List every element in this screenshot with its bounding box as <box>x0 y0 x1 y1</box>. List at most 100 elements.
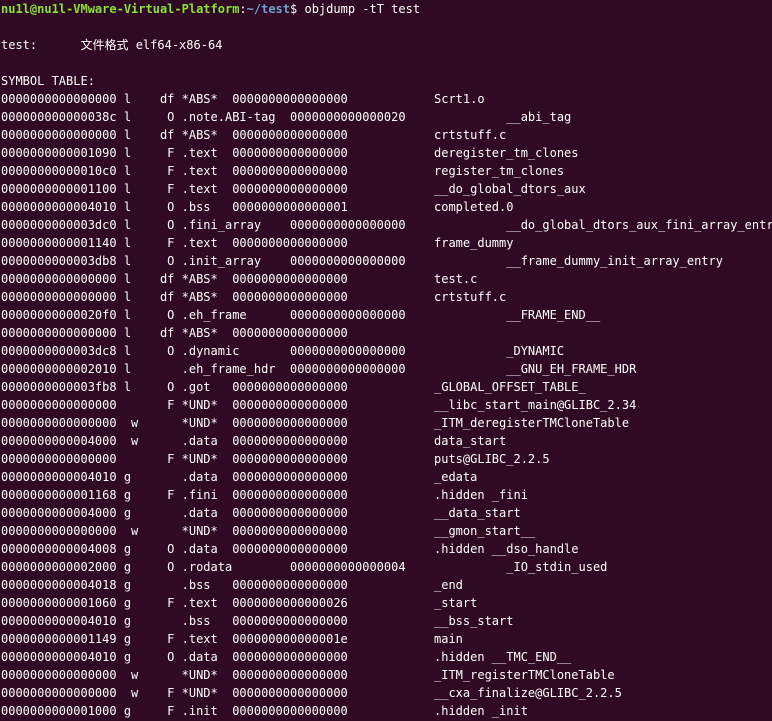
symbol-row-fields: 0000000000000000 F *UND* 000000000000000… <box>1 398 348 412</box>
symbol-row-fields: 0000000000001090 l F .text 0000000000000… <box>1 146 348 160</box>
symbol-row: 0000000000001090 l F .text 0000000000000… <box>1 144 772 162</box>
symbol-name: .hidden _init <box>434 704 528 718</box>
symbol-name: crtstuff.c <box>434 128 507 142</box>
symbol-name: _GLOBAL_OFFSET_TABLE_ <box>434 380 586 394</box>
symbol-row-fields: 0000000000001000 g F .init 0000000000000… <box>1 704 348 718</box>
symbol-row-fields: 0000000000004000 g .data 000000000000000… <box>1 506 348 520</box>
symbol-row-fields: 0000000000000000 l df *ABS* 000000000000… <box>1 92 348 106</box>
symbol-row: 0000000000000000 F *UND* 000000000000000… <box>1 396 772 414</box>
symbol-name: deregister_tm_clones <box>434 146 579 160</box>
symbol-row-fields: 0000000000004010 g O .data 0000000000000… <box>1 650 348 664</box>
symbol-name: completed.0 <box>434 200 514 214</box>
symbol-row: 0000000000001100 l F .text 0000000000000… <box>1 180 772 198</box>
symbol-row: 0000000000000000 w *UND* 000000000000000… <box>1 666 772 684</box>
symbol-name: data_start <box>434 434 507 448</box>
symbol-row: 0000000000003fb8 l O .got 00000000000000… <box>1 378 772 396</box>
symbol-name: __GNU_EH_FRAME_HDR <box>434 362 637 376</box>
symbol-row: 0000000000003dc8 l O .dynamic 0000000000… <box>1 342 772 360</box>
symbol-name: __FRAME_END__ <box>434 308 601 322</box>
symbol-row: 0000000000001140 l F .text 0000000000000… <box>1 234 772 252</box>
symbol-name: __cxa_finalize@GLIBC_2.2.5 <box>434 686 622 700</box>
symbol-name: frame_dummy <box>434 236 514 250</box>
symbol-row-fields: 0000000000001100 l F .text 0000000000000… <box>1 182 348 196</box>
symbol-row: 0000000000000000 w *UND* 000000000000000… <box>1 414 772 432</box>
symbol-name: __data_start <box>434 506 521 520</box>
symbol-row-fields: 0000000000003fb8 l O .got 00000000000000… <box>1 380 348 394</box>
symbol-name: test.c <box>434 272 478 286</box>
symbol-row: 0000000000003db8 l O .init_array 0000000… <box>1 252 772 270</box>
symbol-name: _edata <box>434 470 478 484</box>
symbol-name: .hidden _fini <box>434 488 528 502</box>
symbol-row: 0000000000004000 w .data 000000000000000… <box>1 432 772 450</box>
symbol-row: 0000000000001060 g F .text 0000000000000… <box>1 594 772 612</box>
prompt-user-host: nu1l@nu1l-VMware-Virtual-Platform <box>1 2 240 16</box>
symbol-row: 0000000000001149 g F .text 0000000000000… <box>1 630 772 648</box>
symbol-row: 0000000000000000 l df *ABS* 000000000000… <box>1 288 772 306</box>
symbol-row-fields: 0000000000000000 l df *ABS* 000000000000… <box>1 272 348 286</box>
symbol-row-fields: 0000000000000000 w F *UND* 0000000000000… <box>1 686 348 700</box>
symbol-row: 0000000000004010 g .data 000000000000000… <box>1 468 772 486</box>
symbol-row-fields: 0000000000002000 g O .rodata 00000000000… <box>1 560 406 574</box>
symbol-name: main <box>434 632 463 646</box>
symbol-row-fields: 0000000000002010 l .eh_frame_hdr 0000000… <box>1 362 406 376</box>
symbol-name: __libc_start_main@GLIBC_2.34 <box>434 398 637 412</box>
command-text: objdump -tT test <box>297 2 421 16</box>
symbol-row-fields: 0000000000004010 g .data 000000000000000… <box>1 470 348 484</box>
symbol-row: 0000000000004008 g O .data 0000000000000… <box>1 540 772 558</box>
symbol-name: __gmon_start__ <box>434 524 536 538</box>
symbol-row-fields: 0000000000001168 g F .fini 0000000000000… <box>1 488 348 502</box>
symbol-name: crtstuff.c <box>434 290 507 304</box>
symbol-row-fields: 0000000000000000 F *UND* 000000000000000… <box>1 452 348 466</box>
file-format-line: test: 文件格式 elf64-x86-64 <box>1 38 223 52</box>
symbol-name: _ITM_registerTMCloneTable <box>434 668 615 682</box>
symbol-row-fields: 0000000000000000 l df *ABS* 000000000000… <box>1 128 348 142</box>
symbol-row: 000000000000038c l O .note.ABI-tag 00000… <box>1 108 772 126</box>
symbol-name: _start <box>434 596 478 610</box>
prompt-path: ~/test <box>246 2 291 16</box>
symbol-row: 0000000000000000 l df *ABS* 000000000000… <box>1 126 772 144</box>
symbol-row-fields: 0000000000004018 g .bss 0000000000000000 <box>1 578 348 592</box>
symbol-row: 0000000000004010 g O .data 0000000000000… <box>1 648 772 666</box>
symbol-name: _IO_stdin_used <box>434 560 608 574</box>
symbol-name: register_tm_clones <box>434 164 565 178</box>
symbol-row-fields: 0000000000000000 w *UND* 000000000000000… <box>1 524 348 538</box>
symbol-name: _ITM_deregisterTMCloneTable <box>434 416 630 430</box>
symbol-row-fields: 0000000000000000 w *UND* 000000000000000… <box>1 668 348 682</box>
symbol-name: __do_global_dtors_aux_fini_array_entry <box>434 218 772 232</box>
symbol-name: _end <box>434 578 463 592</box>
symbol-row: 0000000000000000 w *UND* 000000000000000… <box>1 522 772 540</box>
symbol-row: 00000000000020f0 l O .eh_frame 000000000… <box>1 306 772 324</box>
symbol-row: 0000000000001000 g F .init 0000000000000… <box>1 702 772 720</box>
symbol-row-fields: 0000000000003db8 l O .init_array 0000000… <box>1 254 406 268</box>
symbol-row-fields: 0000000000004008 g O .data 0000000000000… <box>1 542 348 556</box>
symbol-row-fields: 0000000000004000 w .data 000000000000000… <box>1 434 348 448</box>
symbol-table-header: SYMBOL TABLE: <box>1 74 95 88</box>
symbol-row-fields: 0000000000003dc8 l O .dynamic 0000000000… <box>1 344 406 358</box>
symbol-row: 0000000000002000 g O .rodata 00000000000… <box>1 558 772 576</box>
symbol-row: 0000000000000000 l df *ABS* 000000000000… <box>1 90 772 108</box>
symbol-row-fields: 0000000000000000 w *UND* 000000000000000… <box>1 416 348 430</box>
terminal-window[interactable]: nu1l@nu1l-VMware-Virtual-Platform:~/test… <box>0 0 772 721</box>
symbol-row-fields: 0000000000003dc0 l O .fini_array 0000000… <box>1 218 406 232</box>
symbol-table: 0000000000000000 l df *ABS* 000000000000… <box>1 90 772 720</box>
symbol-name: _DYNAMIC <box>434 344 565 358</box>
symbol-row-fields: 0000000000000000 l df *ABS* 000000000000… <box>1 290 348 304</box>
symbol-row: 0000000000004000 g .data 000000000000000… <box>1 504 772 522</box>
symbol-row-fields: 0000000000001140 l F .text 0000000000000… <box>1 236 348 250</box>
symbol-row: 0000000000000000 F *UND* 000000000000000… <box>1 450 772 468</box>
symbol-row-fields: 0000000000004010 g .bss 0000000000000000 <box>1 614 348 628</box>
symbol-name: __frame_dummy_init_array_entry <box>434 254 723 268</box>
symbol-row-fields: 0000000000001149 g F .text 0000000000000… <box>1 632 348 646</box>
symbol-row-fields: 0000000000001060 g F .text 0000000000000… <box>1 596 348 610</box>
symbol-row: 0000000000004010 g .bss 0000000000000000… <box>1 612 772 630</box>
symbol-row: 0000000000001168 g F .fini 0000000000000… <box>1 486 772 504</box>
symbol-row-fields: 00000000000010c0 l F .text 0000000000000… <box>1 164 348 178</box>
symbol-row: 0000000000000000 l df *ABS* 000000000000… <box>1 270 772 288</box>
prompt-colon: : <box>239 2 247 16</box>
symbol-row: 0000000000000000 w F *UND* 0000000000000… <box>1 684 772 702</box>
symbol-name: __abi_tag <box>434 110 572 124</box>
symbol-name: __bss_start <box>434 614 514 628</box>
prompt-line: nu1l@nu1l-VMware-Virtual-Platform:~/test… <box>1 0 772 18</box>
